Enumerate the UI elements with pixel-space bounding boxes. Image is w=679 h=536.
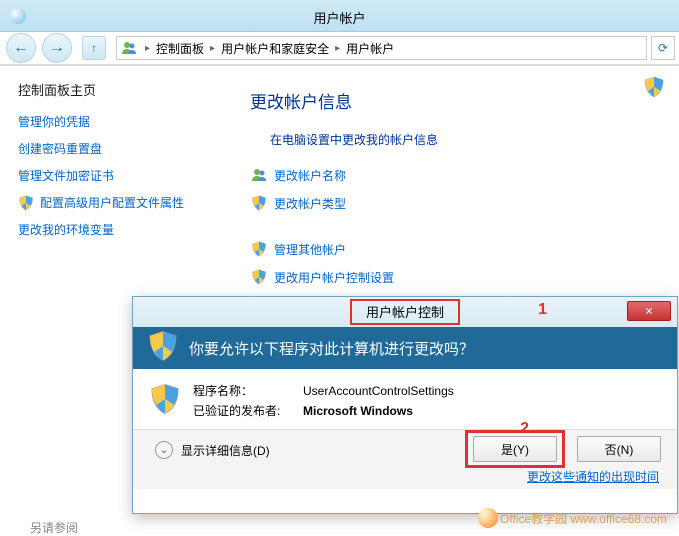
uac-question-bar: 你要允许以下程序对此计算机进行更改吗？: [133, 327, 677, 369]
shield-icon: [250, 240, 268, 258]
shield-icon: [643, 76, 665, 101]
shield-icon: [149, 383, 181, 421]
link-label: 更改帐户名称: [274, 167, 346, 184]
yes-button[interactable]: 是(Y): [473, 436, 557, 462]
sidebar-link-label: 更改我的环境变量: [18, 221, 114, 238]
watermark-logo-icon: [478, 508, 498, 528]
sidebar-link-credentials[interactable]: 管理你的凭据: [18, 113, 212, 130]
publisher-value: Microsoft Windows: [303, 404, 413, 418]
address-bar[interactable]: ▸ 控制面板 ▸ 用户帐户和家庭安全 ▸ 用户帐户: [116, 36, 647, 60]
uac-title-text: 用户帐户控制: [350, 299, 460, 325]
chevron-icon: ▸: [331, 43, 344, 54]
publisher-label: 已验证的发布者:: [193, 401, 303, 421]
window-icon: [10, 8, 26, 24]
link-label: 更改帐户类型: [274, 195, 346, 212]
annotation-1: 1: [538, 301, 547, 319]
sidebar-link-env-vars[interactable]: 更改我的环境变量: [18, 221, 212, 238]
button-label: 是(Y): [501, 443, 529, 457]
chevron-down-icon: ⌄: [155, 441, 173, 459]
crumb-mid[interactable]: 用户帐户和家庭安全: [219, 40, 331, 57]
close-button[interactable]: ✕: [627, 301, 671, 321]
watermark-text: Office教学园 www.office68.com: [500, 510, 667, 527]
details-label: 显示详细信息(D): [181, 442, 270, 459]
no-button[interactable]: 否(N): [577, 436, 661, 462]
chevron-icon: ▸: [141, 43, 154, 54]
shield-icon: [147, 330, 179, 366]
chevron-icon: ▸: [206, 43, 219, 54]
uac-bottom: ⌄ 显示详细信息(D) 2 是(Y) 否(N) 更改这些通知的出现时间: [133, 429, 677, 489]
link-change-uac[interactable]: 更改用户帐户控制设置: [250, 268, 659, 286]
uac-dialog: 用户帐户控制 1 ✕ 你要允许以下程序对此计算机进行更改吗？ 程序名称：User…: [132, 296, 678, 514]
address-icon: [121, 40, 137, 56]
main-desc-link[interactable]: 在电脑设置中更改我的帐户信息: [270, 131, 659, 148]
link-label: 管理其他帐户: [274, 241, 346, 258]
nav-back-button[interactable]: ←: [6, 33, 36, 63]
link-change-type[interactable]: 更改帐户类型: [250, 194, 659, 212]
change-notification-link[interactable]: 更改这些通知的出现时间: [527, 468, 659, 485]
crumb-leaf[interactable]: 用户帐户: [344, 40, 396, 57]
shield-icon: [250, 194, 268, 212]
sidebar-link-label: 配置高级用户配置文件属性: [40, 194, 184, 211]
watermark: Office教学园 www.office68.com: [478, 508, 667, 528]
nav-bar: ← → ↑ ▸ 控制面板 ▸ 用户帐户和家庭安全 ▸ 用户帐户 ⟳: [0, 32, 679, 65]
program-label: 程序名称：: [193, 381, 303, 401]
uac-question: 你要允许以下程序对此计算机进行更改吗？: [189, 338, 474, 359]
crumb-root[interactable]: 控制面板: [154, 40, 206, 57]
refresh-button[interactable]: ⟳: [651, 36, 675, 60]
button-label: 否(N): [605, 443, 634, 457]
shield-icon: [250, 268, 268, 286]
uac-info: 程序名称：UserAccountControlSettings 已验证的发布者:…: [133, 369, 677, 429]
sidebar-link-label: 管理你的凭据: [18, 113, 90, 130]
shield-icon: [18, 195, 34, 211]
nav-forward-button[interactable]: →: [42, 33, 72, 63]
close-icon: ✕: [644, 305, 653, 318]
details-toggle[interactable]: ⌄ 显示详细信息(D): [149, 440, 276, 460]
sidebar-link-label: 创建密码重置盘: [18, 140, 102, 157]
window-title: 用户帐户: [313, 8, 365, 27]
sidebar-title: 控制面板主页: [18, 80, 212, 99]
related-heading: 另请参阅: [30, 519, 78, 536]
uac-titlebar: 用户帐户控制 1 ✕: [133, 297, 677, 327]
link-label: 更改用户帐户控制设置: [274, 269, 394, 286]
sidebar-link-profile-props[interactable]: 配置高级用户配置文件属性: [18, 194, 212, 211]
link-manage-other[interactable]: 管理其他帐户: [250, 240, 659, 258]
window-titlebar: 用户帐户: [0, 0, 679, 32]
link-change-name[interactable]: 更改帐户名称: [250, 166, 659, 184]
nav-up-button[interactable]: ↑: [82, 36, 106, 60]
program-value: UserAccountControlSettings: [303, 384, 454, 398]
main-heading: 更改帐户信息: [250, 88, 659, 113]
sidebar-link-label: 管理文件加密证书: [18, 167, 114, 184]
people-icon: [250, 166, 268, 184]
sidebar-link-encryption-cert[interactable]: 管理文件加密证书: [18, 167, 212, 184]
sidebar-link-password-reset[interactable]: 创建密码重置盘: [18, 140, 212, 157]
